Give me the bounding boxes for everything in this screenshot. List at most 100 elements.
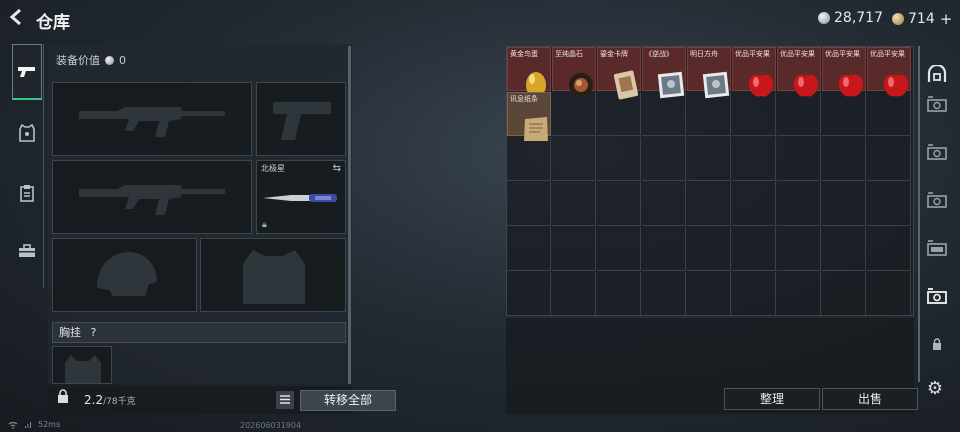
tab-safebox[interactable]: [924, 62, 950, 86]
storage-cell[interactable]: [597, 272, 641, 316]
storage-item[interactable]: 至纯晶石: [552, 47, 596, 97]
knife-name: 北极星: [261, 164, 285, 173]
storage-item[interactable]: 优品平安果: [822, 47, 866, 97]
tab-backpack[interactable]: [12, 236, 42, 266]
storage-item[interactable]: 明日方舟: [687, 47, 731, 99]
storage-page-icon: [927, 240, 947, 256]
storage-cell[interactable]: [597, 182, 641, 226]
pistol-slot[interactable]: [256, 82, 346, 156]
lock-icon: [933, 338, 941, 350]
storage-cell[interactable]: [867, 182, 911, 226]
lock-button[interactable]: [52, 389, 74, 411]
sell-button[interactable]: 出售: [822, 388, 918, 410]
weight-readout: 2.2/78千克: [84, 393, 136, 407]
storage-cell[interactable]: [822, 137, 866, 181]
body-armor-slot[interactable]: [200, 238, 346, 312]
storage-cell[interactable]: [642, 272, 686, 316]
silver-currency: 28,717: [818, 10, 883, 26]
primary-weapon-slot-1[interactable]: [52, 82, 252, 156]
storage-item[interactable]: 优品平安果: [777, 47, 821, 97]
gold-currency[interactable]: 714 +: [892, 10, 952, 28]
storage-item-name: 《逆战》: [645, 50, 673, 58]
storage-item[interactable]: 优品平安果: [867, 47, 911, 97]
help-icon[interactable]: ?: [91, 326, 97, 339]
storage-cell[interactable]: [822, 227, 866, 271]
sort-button[interactable]: 整理: [724, 388, 820, 410]
storage-cell[interactable]: [552, 137, 596, 181]
tab-locked[interactable]: [924, 332, 950, 356]
storage-item[interactable]: 黄金鸟蛋: [507, 47, 551, 98]
chest-rig-header[interactable]: 胸挂 ?: [52, 322, 346, 343]
rig-silhouette-icon: [65, 355, 101, 383]
storage-cell[interactable]: [777, 182, 821, 226]
storage-cell[interactable]: [777, 272, 821, 316]
clipboard-icon: [20, 185, 34, 202]
storage-cell[interactable]: [507, 272, 551, 316]
pistol-icon: [18, 66, 35, 77]
storage-cell[interactable]: [552, 227, 596, 271]
weight-current: 2.2: [84, 393, 104, 407]
storage-item[interactable]: 优品平安果: [732, 47, 776, 97]
storage-cell[interactable]: [552, 182, 596, 226]
storage-item[interactable]: 《逆战》: [642, 47, 686, 99]
storage-cell[interactable]: [687, 182, 731, 226]
settings-gear-icon[interactable]: ⚙: [924, 378, 946, 400]
tab-page-1[interactable]: [924, 92, 950, 116]
storage-item[interactable]: 鎏金卡牌: [597, 47, 641, 100]
storage-page-icon: [927, 96, 947, 112]
storage-cell[interactable]: [642, 137, 686, 181]
tab-armor[interactable]: [12, 118, 42, 148]
storage-cell[interactable]: [867, 227, 911, 271]
lock-icon: [58, 389, 68, 403]
melee-slot[interactable]: 北极星 ⇆ 🔒︎: [256, 160, 346, 234]
storage-cell[interactable]: [687, 137, 731, 181]
storage-cell[interactable]: [642, 182, 686, 226]
storage-page-rail: [918, 46, 952, 382]
storage-cell[interactable]: [507, 182, 551, 226]
helmet-silhouette-icon: [97, 252, 157, 296]
storage-cell[interactable]: [777, 227, 821, 271]
backpack-bar: 2.2/78千克 转移全部: [48, 386, 396, 414]
tab-page-3[interactable]: [924, 188, 950, 212]
storage-cell[interactable]: [642, 227, 686, 271]
swap-icon[interactable]: ⇆: [333, 163, 341, 174]
equipment-value: 装备价值 0: [56, 52, 126, 68]
storage-cell[interactable]: [597, 137, 641, 181]
storage-item-name: 明日方舟: [690, 50, 718, 58]
tab-weapons[interactable]: [12, 44, 42, 100]
storage-cell[interactable]: [732, 227, 776, 271]
storage-cell[interactable]: [687, 227, 731, 271]
storage-cell[interactable]: [552, 272, 596, 316]
weight-max: /78千克: [103, 397, 136, 407]
storage-cell[interactable]: [687, 272, 731, 316]
helmet-slot[interactable]: [52, 238, 197, 312]
tab-page-2[interactable]: [924, 140, 950, 164]
storage-cell[interactable]: [867, 272, 911, 316]
storage-cell[interactable]: [732, 182, 776, 226]
equipment-value-amount: 0: [119, 53, 126, 67]
silver-coin-icon: [818, 12, 830, 24]
transfer-all-button[interactable]: 转移全部: [300, 390, 396, 411]
gold-coin-icon: [892, 13, 904, 25]
equipment-scrollbar[interactable]: [348, 46, 351, 384]
storage-cell[interactable]: [867, 137, 911, 181]
storage-cell[interactable]: [732, 272, 776, 316]
storage-cell[interactable]: [732, 137, 776, 181]
tab-page-4[interactable]: [924, 236, 950, 260]
list-view-button[interactable]: [276, 391, 294, 409]
back-arrow-icon[interactable]: [8, 8, 28, 28]
storage-cell[interactable]: [822, 272, 866, 316]
storage-cell[interactable]: [597, 227, 641, 271]
storage-cell[interactable]: [822, 182, 866, 226]
storage-cell[interactable]: [777, 137, 821, 181]
rifle-silhouette-icon: [79, 107, 225, 137]
storage-cell[interactable]: [507, 227, 551, 271]
silver-coin-icon: [105, 55, 114, 65]
primary-weapon-slot-2[interactable]: [52, 160, 252, 234]
tab-supplies[interactable]: [12, 178, 42, 208]
chest-rig-slot[interactable]: [52, 346, 112, 384]
storage-item[interactable]: 讯息纸条: [507, 92, 551, 141]
tab-page-5[interactable]: [924, 284, 950, 308]
storage-item-name: 讯息纸条: [510, 95, 538, 103]
add-currency-button[interactable]: +: [940, 10, 953, 28]
